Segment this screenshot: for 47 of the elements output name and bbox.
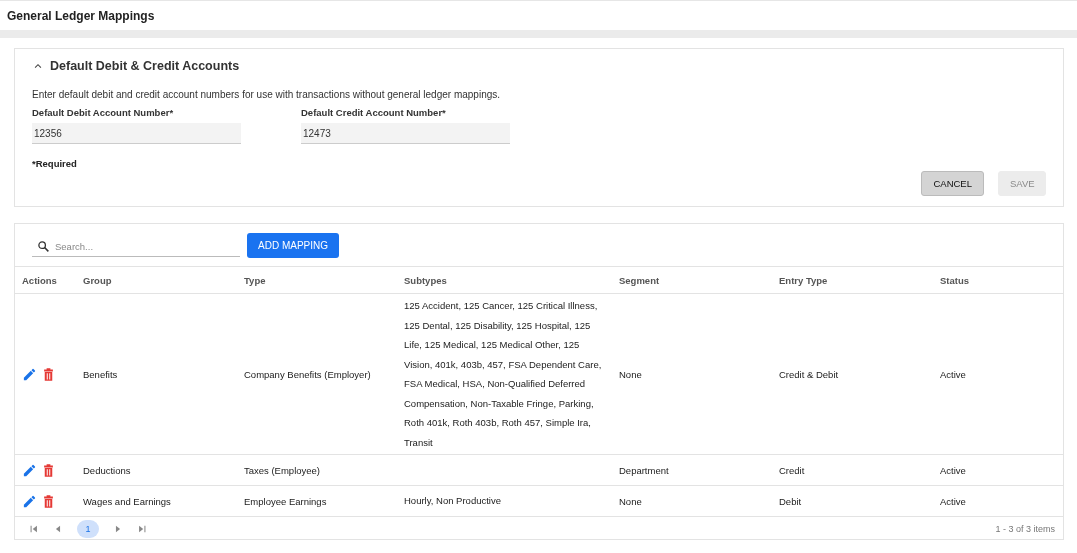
page-title: General Ledger Mappings [7,8,155,23]
account-number-field[interactable]: 12356 [32,123,241,144]
column-header: Group [76,267,237,294]
first-page-icon[interactable] [29,524,39,534]
account-number-field[interactable]: 12473 [301,123,510,144]
column-header: Type [237,267,397,294]
last-page-icon[interactable] [137,524,147,534]
search-field[interactable]: Search... [32,236,240,257]
description-text: Enter default debit and credit account numbers for use with transactions without general ledger mappings. [32,89,502,100]
cancel-button[interactable]: CANCEL [921,171,984,196]
page-button[interactable]: 1 [77,520,99,538]
field-label: Default Credit Account Number* [301,107,447,118]
column-header: Status [933,267,1063,294]
pencil-icon[interactable] [22,366,37,382]
search-icon [37,239,50,253]
required-note: *Required [32,158,78,169]
table-cell: Credit [772,454,933,486]
table-cell: Wages and Earnings [76,485,237,517]
table-cell: Active [933,293,1063,455]
trash-icon[interactable] [41,493,56,509]
pencil-icon[interactable] [22,493,37,509]
table-cell: Deductions [76,454,237,486]
trash-icon[interactable] [41,462,56,478]
table-cell: Debit [772,485,933,517]
chevron-up-icon[interactable] [33,61,43,71]
pager-summary: 1 - 3 of 3 items [995,524,1055,534]
table-cell: None [612,293,772,455]
column-header: Segment [612,267,772,294]
table-cell: Benefits [76,293,237,455]
table-cell: Employee Earnings [237,485,397,517]
table-cell: Department [612,454,772,486]
table-cell: Active [933,485,1063,517]
table-cell: Active [933,454,1063,486]
column-header: Actions [15,267,76,294]
add-mapping-button[interactable]: ADD MAPPING [247,233,339,258]
pencil-icon[interactable] [22,462,37,478]
column-header: Subtypes [397,267,612,294]
table-cell: 125 Accident, 125 Cancer, 125 Critical Illness, 125 Dental, 125 Disability, 125 Hospital, 125 Life, 125 Medical, 125 Medical Other, 125 Vision, 401k, 403b, 457, FSA Dependent Care, FSA Medical, HSA, Non-Qualified Deferred Compensation, Non-Taxable Fringe, Parking, Roth 401k, Roth 403b, Roth 457, Simple Ira, Transit [397,293,612,455]
table-cell: Company Benefits (Employer) [237,293,397,455]
table-cell: Credit & Debit [772,293,933,455]
field-label: Default Debit Account Number* [32,107,175,118]
column-header: Entry Type [772,267,933,294]
trash-icon[interactable] [41,366,56,382]
panel-title[interactable]: Default Debit & Credit Accounts [50,59,240,73]
table-cell: Taxes (Employee) [237,454,397,486]
table-cell: Hourly, Non Productive [397,485,612,517]
table-cell: None [612,485,772,517]
